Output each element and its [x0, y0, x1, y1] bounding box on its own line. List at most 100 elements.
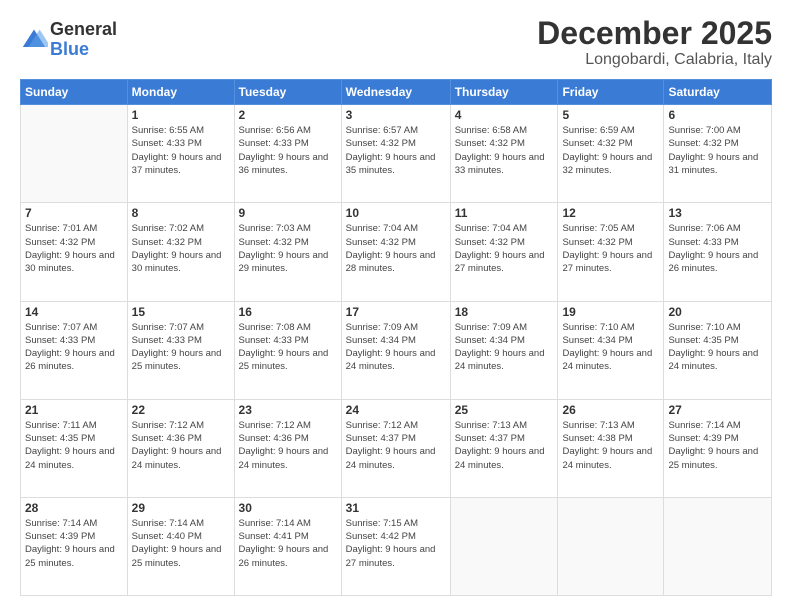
header: General Blue December 2025 Longobardi, C… — [20, 16, 772, 69]
weekday-header-wednesday: Wednesday — [341, 80, 450, 105]
day-info: Sunrise: 7:07 AMSunset: 4:33 PMDaylight:… — [132, 321, 230, 374]
day-info: Sunrise: 7:09 AMSunset: 4:34 PMDaylight:… — [346, 321, 446, 374]
day-number: 2 — [239, 108, 337, 122]
calendar-cell: 25 Sunrise: 7:13 AMSunset: 4:37 PMDayligh… — [450, 399, 558, 497]
day-info: Sunrise: 7:04 AMSunset: 4:32 PMDaylight:… — [346, 222, 446, 275]
day-number: 9 — [239, 206, 337, 220]
calendar-cell: 2 Sunrise: 6:56 AMSunset: 4:33 PMDaylight… — [234, 105, 341, 203]
day-info: Sunrise: 7:14 AMSunset: 4:41 PMDaylight:… — [239, 517, 337, 570]
weekday-header-sunday: Sunday — [21, 80, 128, 105]
week-row-4: 21 Sunrise: 7:11 AMSunset: 4:35 PMDayligh… — [21, 399, 772, 497]
day-info: Sunrise: 7:01 AMSunset: 4:32 PMDaylight:… — [25, 222, 123, 275]
day-number: 31 — [346, 501, 446, 515]
calendar-cell: 11 Sunrise: 7:04 AMSunset: 4:32 PMDayligh… — [450, 203, 558, 301]
day-info: Sunrise: 6:56 AMSunset: 4:33 PMDaylight:… — [239, 124, 337, 177]
week-row-2: 7 Sunrise: 7:01 AMSunset: 4:32 PMDaylight… — [21, 203, 772, 301]
day-number: 14 — [25, 305, 123, 319]
day-info: Sunrise: 7:13 AMSunset: 4:38 PMDaylight:… — [562, 419, 659, 472]
day-number: 13 — [668, 206, 767, 220]
calendar-cell — [21, 105, 128, 203]
calendar-cell: 17 Sunrise: 7:09 AMSunset: 4:34 PMDayligh… — [341, 301, 450, 399]
day-number: 5 — [562, 108, 659, 122]
day-info: Sunrise: 7:03 AMSunset: 4:32 PMDaylight:… — [239, 222, 337, 275]
month-title: December 2025 — [537, 16, 772, 51]
day-number: 25 — [455, 403, 554, 417]
logo-text: General Blue — [50, 20, 117, 60]
day-number: 28 — [25, 501, 123, 515]
day-number: 4 — [455, 108, 554, 122]
calendar-cell — [450, 497, 558, 595]
weekday-header-monday: Monday — [127, 80, 234, 105]
title-block: December 2025 Longobardi, Calabria, Ital… — [537, 16, 772, 69]
day-info: Sunrise: 7:09 AMSunset: 4:34 PMDaylight:… — [455, 321, 554, 374]
calendar-cell: 31 Sunrise: 7:15 AMSunset: 4:42 PMDayligh… — [341, 497, 450, 595]
day-info: Sunrise: 7:12 AMSunset: 4:36 PMDaylight:… — [132, 419, 230, 472]
day-info: Sunrise: 7:07 AMSunset: 4:33 PMDaylight:… — [25, 321, 123, 374]
calendar-cell: 18Sunrise: 7:09 AMSunset: 4:34 PMDayligh… — [450, 301, 558, 399]
page: General Blue December 2025 Longobardi, C… — [0, 0, 792, 612]
day-info: Sunrise: 6:57 AMSunset: 4:32 PMDaylight:… — [346, 124, 446, 177]
day-number: 27 — [668, 403, 767, 417]
day-number: 20 — [668, 305, 767, 319]
day-info: Sunrise: 7:05 AMSunset: 4:32 PMDaylight:… — [562, 222, 659, 275]
week-row-5: 28 Sunrise: 7:14 AMSunset: 4:39 PMDayligh… — [21, 497, 772, 595]
day-info: Sunrise: 7:02 AMSunset: 4:32 PMDaylight:… — [132, 222, 230, 275]
day-number: 11 — [455, 206, 554, 220]
day-info: Sunrise: 7:06 AMSunset: 4:33 PMDaylight:… — [668, 222, 767, 275]
day-info: Sunrise: 7:14 AMSunset: 4:39 PMDaylight:… — [25, 517, 123, 570]
day-info: Sunrise: 7:15 AMSunset: 4:42 PMDaylight:… — [346, 517, 446, 570]
logo-blue-text: Blue — [50, 40, 117, 60]
weekday-header-row: SundayMondayTuesdayWednesdayThursdayFrid… — [21, 80, 772, 105]
day-number: 12 — [562, 206, 659, 220]
calendar-cell: 12 Sunrise: 7:05 AMSunset: 4:32 PMDayligh… — [558, 203, 664, 301]
day-info: Sunrise: 7:13 AMSunset: 4:37 PMDaylight:… — [455, 419, 554, 472]
calendar-cell: 28 Sunrise: 7:14 AMSunset: 4:39 PMDayligh… — [21, 497, 128, 595]
day-info: Sunrise: 7:12 AMSunset: 4:37 PMDaylight:… — [346, 419, 446, 472]
calendar-cell: 14 Sunrise: 7:07 AMSunset: 4:33 PMDayligh… — [21, 301, 128, 399]
calendar-cell: 15 Sunrise: 7:07 AMSunset: 4:33 PMDayligh… — [127, 301, 234, 399]
calendar-cell: 21 Sunrise: 7:11 AMSunset: 4:35 PMDayligh… — [21, 399, 128, 497]
day-number: 26 — [562, 403, 659, 417]
day-info: Sunrise: 6:58 AMSunset: 4:32 PMDaylight:… — [455, 124, 554, 177]
day-number: 3 — [346, 108, 446, 122]
calendar-cell: 27 Sunrise: 7:14 AMSunset: 4:39 PMDayligh… — [664, 399, 772, 497]
day-number: 15 — [132, 305, 230, 319]
calendar-cell: 13 Sunrise: 7:06 AMSunset: 4:33 PMDayligh… — [664, 203, 772, 301]
calendar-cell: 20 Sunrise: 7:10 AMSunset: 4:35 PMDayligh… — [664, 301, 772, 399]
calendar-cell: 22 Sunrise: 7:12 AMSunset: 4:36 PMDayligh… — [127, 399, 234, 497]
calendar-cell: 26 Sunrise: 7:13 AMSunset: 4:38 PMDayligh… — [558, 399, 664, 497]
weekday-header-friday: Friday — [558, 80, 664, 105]
day-info: Sunrise: 7:10 AMSunset: 4:34 PMDaylight:… — [562, 321, 659, 374]
day-number: 7 — [25, 206, 123, 220]
day-number: 8 — [132, 206, 230, 220]
day-number: 16 — [239, 305, 337, 319]
calendar-cell: 30 Sunrise: 7:14 AMSunset: 4:41 PMDayligh… — [234, 497, 341, 595]
day-number: 29 — [132, 501, 230, 515]
calendar-cell: 23Sunrise: 7:12 AMSunset: 4:36 PMDayligh… — [234, 399, 341, 497]
calendar-cell: 10Sunrise: 7:04 AMSunset: 4:32 PMDayligh… — [341, 203, 450, 301]
calendar-cell — [558, 497, 664, 595]
weekday-header-tuesday: Tuesday — [234, 80, 341, 105]
day-number: 22 — [132, 403, 230, 417]
weekday-header-saturday: Saturday — [664, 80, 772, 105]
day-info: Sunrise: 7:11 AMSunset: 4:35 PMDaylight:… — [25, 419, 123, 472]
day-number: 17 — [346, 305, 446, 319]
day-info: Sunrise: 7:14 AMSunset: 4:40 PMDaylight:… — [132, 517, 230, 570]
calendar-cell: 16Sunrise: 7:08 AMSunset: 4:33 PMDayligh… — [234, 301, 341, 399]
calendar-table: SundayMondayTuesdayWednesdayThursdayFrid… — [20, 79, 772, 596]
calendar-cell: 3 Sunrise: 6:57 AMSunset: 4:32 PMDaylight… — [341, 105, 450, 203]
day-info: Sunrise: 6:59 AMSunset: 4:32 PMDaylight:… — [562, 124, 659, 177]
day-info: Sunrise: 7:10 AMSunset: 4:35 PMDaylight:… — [668, 321, 767, 374]
logo: General Blue — [20, 20, 117, 60]
day-info: Sunrise: 7:04 AMSunset: 4:32 PMDaylight:… — [455, 222, 554, 275]
day-number: 21 — [25, 403, 123, 417]
week-row-3: 14 Sunrise: 7:07 AMSunset: 4:33 PMDayligh… — [21, 301, 772, 399]
day-number: 6 — [668, 108, 767, 122]
day-number: 30 — [239, 501, 337, 515]
calendar-cell: 6Sunrise: 7:00 AMSunset: 4:32 PMDaylight… — [664, 105, 772, 203]
day-info: Sunrise: 7:14 AMSunset: 4:39 PMDaylight:… — [668, 419, 767, 472]
calendar-cell: 8 Sunrise: 7:02 AMSunset: 4:32 PMDaylight… — [127, 203, 234, 301]
week-row-1: 1Sunrise: 6:55 AMSunset: 4:33 PMDaylight… — [21, 105, 772, 203]
day-number: 24 — [346, 403, 446, 417]
calendar-cell: 5 Sunrise: 6:59 AMSunset: 4:32 PMDaylight… — [558, 105, 664, 203]
